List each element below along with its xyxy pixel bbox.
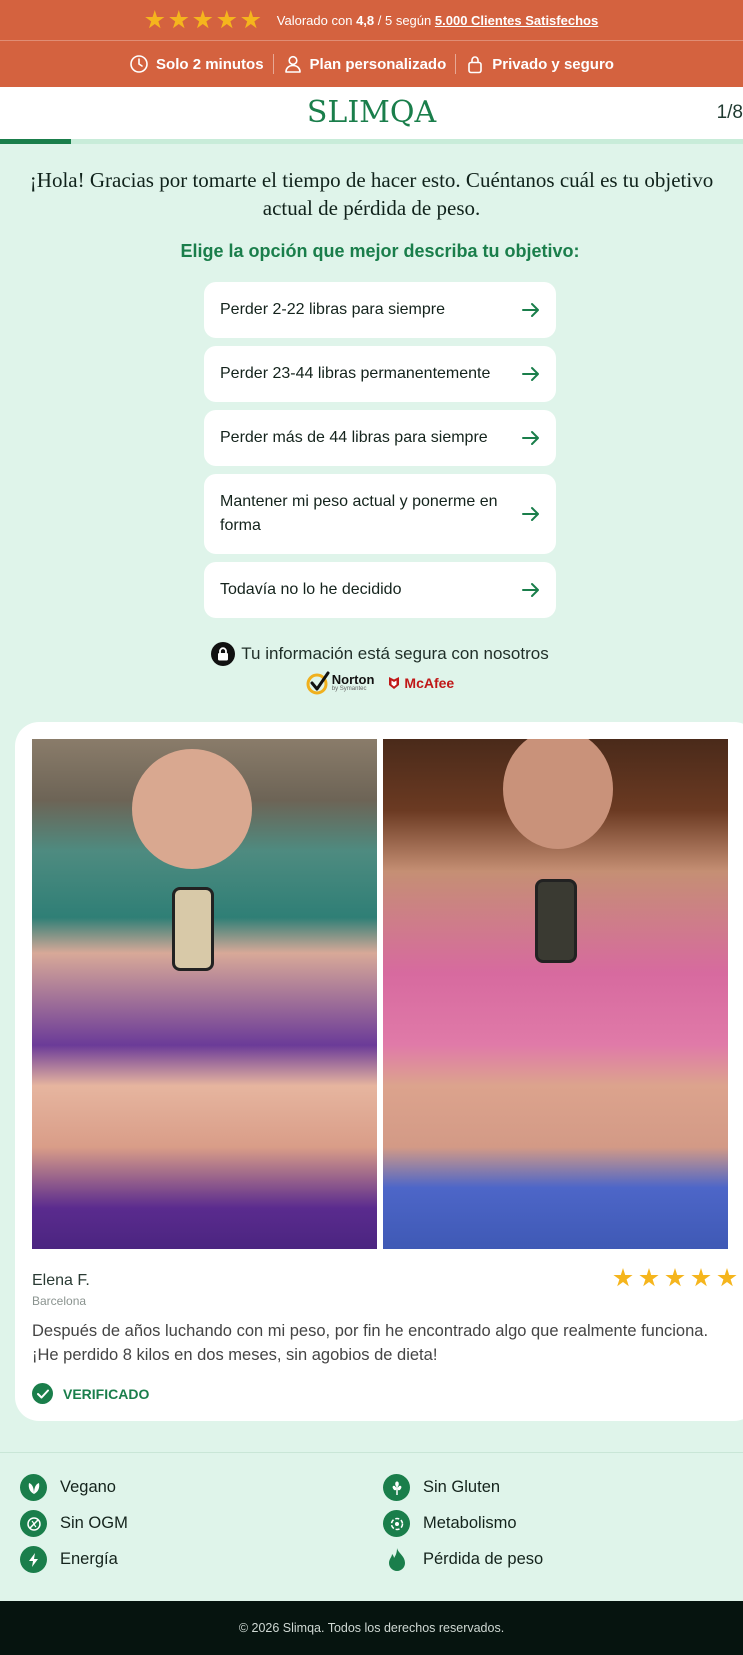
footer: © 2026 Slimqa. Todos los derechos reserv… — [0, 1601, 743, 1655]
review-text: Después de años luchando con mi peso, po… — [32, 1322, 709, 1364]
option-label: Todavía no lo he decidido — [220, 581, 402, 598]
rating-row: Valorado con 4,8 / 5 según 5.000 Cliente… — [0, 0, 743, 41]
clock-icon — [130, 55, 148, 73]
wheat-icon — [383, 1474, 410, 1501]
option-label: Perder más de 44 libras para siempre — [220, 429, 488, 446]
option-button[interactable]: Perder 23-44 libras permanentemente — [204, 346, 556, 402]
norton-badge: Norton by Symantec — [306, 671, 375, 695]
property-vegan: Vegano — [20, 1474, 116, 1501]
feature-time: Solo 2 minutos — [120, 54, 273, 74]
copyright: © 2026 Slimqa. Todos los derechos reserv… — [238, 1621, 505, 1635]
property-non-gmo: Sin OGM — [20, 1510, 128, 1537]
verified-badge: VERIFICADO — [32, 1383, 149, 1404]
option-label: Perder 2-22 libras para siempre — [220, 301, 445, 318]
progress-fill — [0, 139, 71, 144]
leaf-icon — [20, 1474, 47, 1501]
lock-icon — [211, 642, 236, 666]
mcafee-label: McAfee — [404, 675, 455, 691]
property-weight-loss: Pérdida de peso — [383, 1546, 543, 1573]
star-icon — [145, 10, 165, 29]
progress-bar — [0, 139, 743, 144]
step-counter: 1/8 — [716, 102, 743, 123]
lock-icon — [468, 56, 483, 74]
option-button[interactable]: Todavía no lo he decidido — [204, 562, 556, 618]
rating-text: Valorado con 4,8 / 5 según 5.000 Cliente… — [277, 13, 598, 28]
review-stars — [613, 1268, 737, 1288]
property-energy: Energía — [20, 1546, 118, 1573]
before-after-photos — [32, 739, 728, 1249]
property-label: Energía — [60, 1550, 118, 1568]
phone-image — [172, 887, 214, 971]
feature-label: Plan personalizado — [309, 55, 447, 73]
reviewer-location: Barcelona — [32, 1294, 87, 1308]
quiz-subtitle: Elige la opción que mejor describa tu ob… — [180, 241, 580, 261]
check-circle-icon — [32, 1383, 53, 1404]
mcafee-badge: McAfee — [388, 675, 454, 691]
verified-label: VERIFICADO — [63, 1385, 150, 1402]
star-icon — [169, 10, 189, 29]
arrow-right-icon — [518, 582, 540, 598]
trust-badges: Norton by Symantec McAfee — [0, 671, 743, 695]
metabolism-icon — [383, 1510, 410, 1537]
lightning-icon — [20, 1546, 47, 1573]
banner-stars — [145, 10, 261, 30]
before-face — [132, 749, 252, 869]
rating-value: 4,8 — [356, 12, 375, 28]
option-button[interactable]: Perder más de 44 libras para siempre — [204, 410, 556, 466]
star-icon — [217, 10, 237, 29]
feature-label: Solo 2 minutos — [156, 55, 264, 73]
after-photo — [383, 739, 728, 1249]
property-metabolism: Metabolismo — [383, 1510, 517, 1537]
arrow-right-icon — [518, 302, 540, 318]
security-note: Tu información está segura con nosotros — [0, 642, 743, 666]
option-label: Perder 23-44 libras permanentemente — [220, 365, 491, 382]
arrow-right-icon — [518, 506, 540, 522]
review-card: Elena F. Barcelona Después de años lucha… — [15, 722, 743, 1421]
flame-icon — [383, 1546, 410, 1573]
star-icon — [241, 10, 261, 29]
feature-private: Privado y seguro — [455, 54, 623, 74]
norton-check-icon — [306, 671, 330, 695]
no-gmo-icon — [20, 1510, 47, 1537]
star-icon — [613, 1268, 633, 1287]
property-label: Sin Gluten — [423, 1478, 501, 1496]
security-text: Tu información está segura con nosotros — [241, 644, 549, 663]
option-label: Mantener mi peso actual y ponerme en for… — [220, 493, 498, 534]
user-icon — [284, 55, 301, 73]
arrow-right-icon — [518, 430, 540, 446]
feature-row: Solo 2 minutos Plan personalizado Privad… — [0, 41, 743, 87]
property-label: Pérdida de peso — [423, 1550, 544, 1568]
header: SLIMQA 1/8 — [0, 87, 743, 139]
arrow-right-icon — [518, 366, 540, 382]
star-icon — [691, 1268, 711, 1287]
feature-plan: Plan personalizado — [272, 54, 456, 74]
property-gluten-free: Sin Gluten — [383, 1474, 500, 1501]
quiz-intro: ¡Hola! Gracias por tomarte el tiempo de … — [29, 168, 714, 220]
after-face — [503, 739, 613, 849]
mcafee-shield-icon — [389, 677, 400, 689]
norton-label: Norton — [331, 672, 375, 687]
property-label: Sin OGM — [60, 1514, 128, 1532]
reviewer-name: Elena F. — [32, 1272, 90, 1289]
top-banner: Valorado con 4,8 / 5 según 5.000 Cliente… — [0, 0, 743, 87]
divider — [0, 1452, 743, 1453]
property-label: Vegano — [60, 1478, 116, 1496]
phone-image — [535, 879, 577, 963]
before-photo — [32, 739, 377, 1249]
logo[interactable]: SLIMQA — [0, 95, 743, 130]
star-icon — [639, 1268, 659, 1287]
option-button[interactable]: Perder 2-22 libras para siempre — [204, 282, 556, 338]
star-icon — [665, 1268, 685, 1287]
star-icon — [717, 1268, 737, 1287]
rating-prefix: Valorado con — [276, 12, 353, 28]
property-label: Metabolismo — [423, 1514, 517, 1532]
feature-label: Privado y seguro — [492, 55, 614, 73]
rating-middle: / 5 según — [377, 12, 432, 28]
star-icon — [193, 10, 213, 29]
option-button[interactable]: Mantener mi peso actual y ponerme en for… — [204, 474, 556, 554]
rating-clients: 5.000 Clientes Satisfechos — [434, 12, 599, 28]
